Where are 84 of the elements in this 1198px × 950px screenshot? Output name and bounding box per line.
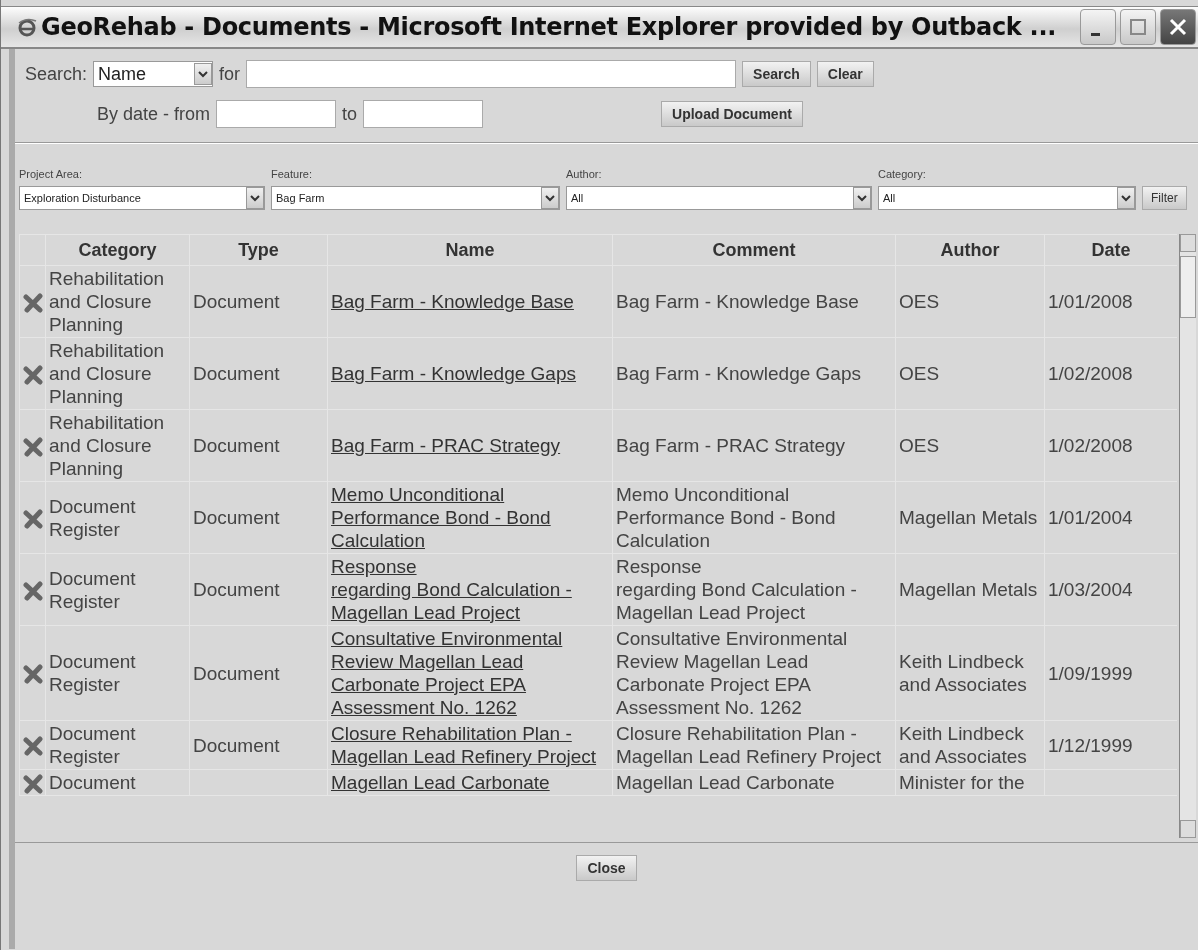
minimize-icon [1090, 32, 1100, 36]
delete-icon[interactable] [22, 774, 43, 794]
caret-icon [1121, 193, 1131, 203]
filter-dropdown[interactable]: All [566, 186, 872, 210]
table-cell: Rehabilitation and Closure Planning [49, 268, 165, 335]
table-cell: Minister for the [899, 772, 1025, 793]
table-cell: OES [899, 363, 940, 384]
table-cell: Bag Farm - PRAC Strategy [616, 435, 846, 456]
table-cell: Keith Lindbeck and Associates [899, 723, 1027, 767]
table-cell: 1/01/2008 [1048, 291, 1133, 312]
table-cell: Document Register [49, 495, 136, 540]
column-header[interactable]: Date [1091, 239, 1131, 260]
for-label: for [219, 63, 241, 85]
filter-button[interactable]: Filter [1142, 186, 1187, 210]
search-field-dropdown[interactable]: Name [93, 61, 214, 87]
table-cell: 1/02/2008 [1048, 435, 1133, 456]
table-cell: 1/01/2004 [1048, 507, 1133, 528]
table-cell: Document Register [49, 723, 136, 767]
table-cell: 1/03/2004 [1048, 579, 1133, 600]
table-cell: Response regarding Bond Calculation - Magellan Lead Project [616, 556, 857, 623]
date-from-input[interactable] [216, 100, 337, 128]
table-cell: Keith Lindbeck and Associates [899, 651, 1027, 695]
browser-icon [17, 17, 37, 37]
table-cell: Document [193, 734, 280, 756]
close-icon [1168, 17, 1188, 37]
caret-icon [857, 193, 867, 203]
table-cell: Document [193, 507, 280, 528]
table-cell: Magellan Lead Carbonate [616, 772, 835, 793]
delete-icon[interactable] [22, 509, 43, 529]
scrollbar[interactable] [1179, 234, 1196, 838]
table-cell: Document [193, 579, 280, 600]
table-cell: OES [899, 291, 940, 312]
table-cell: Consultative Environmental Review Magellan Lead Carbonate Project EPA Assessment No. 1262 [616, 628, 848, 718]
filter-dropdown[interactable]: Exploration Disturbance [19, 186, 265, 210]
date-to-input[interactable] [363, 100, 484, 128]
table-cell: Memo Unconditional Performance Bond - Bond Calculation [616, 484, 836, 551]
clear-button[interactable]: Clear [816, 61, 874, 87]
table-cell: Rehabilitation and Closure Planning [49, 340, 165, 407]
table-cell: Document [193, 662, 280, 684]
table-cell: Document Register [49, 567, 136, 612]
delete-icon[interactable] [22, 664, 43, 685]
search-button[interactable]: Search [742, 61, 811, 87]
table-cell: Document [49, 772, 136, 793]
filter-dropdown[interactable]: All [878, 186, 1136, 210]
delete-icon[interactable] [22, 293, 43, 313]
table-cell: Document [193, 291, 280, 312]
close-button[interactable] [1160, 9, 1196, 45]
column-header[interactable]: Type [238, 239, 279, 260]
caret-icon [250, 193, 260, 203]
table-cell: 1/12/1999 [1048, 734, 1133, 756]
search-input[interactable] [246, 60, 737, 88]
table-cell: Document [193, 363, 280, 384]
delete-icon[interactable] [22, 736, 43, 757]
upload-button[interactable]: Upload Document [661, 101, 803, 127]
table-cell: Document [193, 435, 280, 456]
date-from-label: By date - from [97, 103, 211, 125]
filter-label: Category: [878, 168, 927, 180]
table-cell: Bag Farm - Knowledge Gaps [616, 363, 861, 384]
filter-label: Author: [566, 168, 603, 180]
table-cell: Rehabilitation and Closure Planning [49, 412, 165, 479]
column-header[interactable]: Comment [712, 239, 796, 260]
table-cell: OES [899, 435, 940, 456]
maximize-icon [1128, 17, 1148, 37]
table-cell: Magellan Metals [899, 579, 1038, 600]
search-label: Search: [25, 63, 88, 85]
filter-label: Project Area: [19, 168, 83, 180]
delete-icon[interactable] [22, 581, 43, 601]
caret-icon [545, 193, 555, 203]
delete-icon[interactable] [22, 437, 43, 457]
table-cell: 1/09/1999 [1048, 662, 1133, 684]
table-cell: Magellan Metals [899, 507, 1038, 528]
close-dialog-button[interactable]: Close [576, 855, 637, 881]
table-cell: Document Register [49, 651, 136, 695]
column-header[interactable]: Name [445, 239, 495, 260]
minimize-button[interactable] [1080, 9, 1116, 45]
filter-label: Feature: [271, 168, 313, 180]
delete-icon[interactable] [22, 365, 43, 385]
table-cell: 1/02/2008 [1048, 363, 1133, 384]
table-cell: Bag Farm - Knowledge Base [616, 291, 859, 312]
table-cell: Closure Rehabilitation Plan - Magellan Lead Refinery Project [616, 723, 882, 767]
window-title: GeoRehab - Documents - Microsoft Internet Explorer provided by Outback ... [41, 13, 1057, 41]
date-to-label: to [342, 103, 358, 125]
filter-dropdown[interactable]: Bag Farm [271, 186, 560, 210]
caret-icon [198, 69, 209, 79]
